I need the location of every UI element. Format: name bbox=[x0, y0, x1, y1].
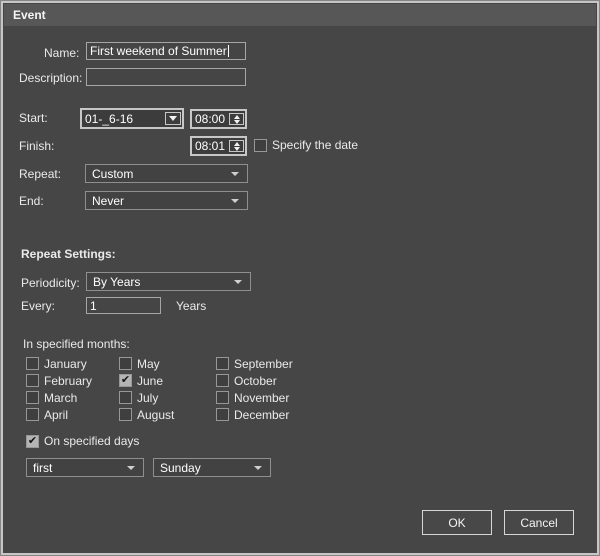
month-row-october: ✔ October bbox=[216, 372, 293, 389]
checkbox-december[interactable]: ✔ bbox=[216, 408, 229, 421]
ok-button[interactable]: OK bbox=[422, 510, 492, 535]
checkbox-july[interactable]: ✔ bbox=[119, 391, 132, 404]
spin-down-button[interactable] bbox=[230, 146, 243, 151]
arrow-down-icon bbox=[233, 146, 240, 151]
repeat-label: Repeat: bbox=[19, 167, 62, 181]
chevron-down-icon bbox=[254, 465, 262, 470]
every-unit-label: Years bbox=[176, 299, 207, 313]
month-label: April bbox=[44, 407, 69, 422]
month-row-april: ✔ April bbox=[26, 406, 92, 423]
month-row-august: ✔ August bbox=[119, 406, 174, 423]
checkbox-june[interactable]: ✔ bbox=[119, 374, 132, 387]
chevron-down-icon bbox=[169, 116, 177, 121]
month-row-january: ✔ January bbox=[26, 355, 92, 372]
month-label: June bbox=[137, 373, 164, 388]
dialog-title: Event bbox=[13, 8, 46, 22]
checkbox-october[interactable]: ✔ bbox=[216, 374, 229, 387]
months-column-2: ✔ May ✔ June ✔ July ✔ August bbox=[119, 355, 174, 423]
specify-date-row: ✔ Specify the date bbox=[254, 138, 358, 152]
end-label: End: bbox=[19, 194, 44, 208]
month-row-june: ✔ June bbox=[119, 372, 174, 389]
checkbox-january[interactable]: ✔ bbox=[26, 357, 39, 370]
start-time-spin-buttons[interactable] bbox=[229, 113, 244, 125]
month-label: July bbox=[137, 390, 159, 405]
periodicity-combobox[interactable]: By Years bbox=[86, 272, 251, 291]
start-label: Start: bbox=[19, 111, 48, 125]
finish-label: Finish: bbox=[19, 139, 55, 153]
on-specified-days-checkbox[interactable]: ✔ bbox=[26, 434, 39, 448]
month-label: March bbox=[44, 390, 78, 405]
arrow-up-icon bbox=[233, 141, 240, 146]
spin-down-button[interactable] bbox=[230, 119, 243, 124]
dialog-titlebar[interactable]: Event bbox=[4, 4, 596, 26]
finish-time-spinner[interactable]: 08:01 bbox=[190, 136, 247, 156]
description-input[interactable] bbox=[86, 68, 246, 86]
month-label: October bbox=[234, 373, 277, 388]
specify-date-checkbox[interactable]: ✔ bbox=[254, 138, 267, 152]
months-column-3: ✔ September ✔ October ✔ November ✔ Decem… bbox=[216, 355, 293, 423]
every-label: Every: bbox=[21, 299, 56, 313]
cancel-button[interactable]: Cancel bbox=[504, 510, 574, 535]
day-ordinal-value: first bbox=[33, 460, 53, 475]
periodicity-label: Periodicity: bbox=[21, 276, 80, 290]
month-label: February bbox=[44, 373, 93, 388]
day-name-value: Sunday bbox=[160, 460, 201, 475]
checkbox-april[interactable]: ✔ bbox=[26, 408, 39, 421]
every-input-value: 1 bbox=[90, 298, 97, 313]
arrow-down-icon bbox=[233, 119, 240, 124]
checkbox-september[interactable]: ✔ bbox=[216, 357, 229, 370]
name-input-value: First weekend of Summer bbox=[90, 44, 227, 58]
end-combobox[interactable]: Never bbox=[85, 191, 248, 210]
month-label: August bbox=[137, 407, 175, 422]
on-specified-days-row: ✔ On specified days bbox=[26, 434, 139, 448]
chevron-down-icon bbox=[231, 198, 239, 203]
day-name-combobox[interactable]: Sunday bbox=[153, 458, 271, 477]
finish-time-value: 08:01 bbox=[195, 139, 226, 153]
month-label: May bbox=[137, 356, 160, 371]
event-dialog: Event Name: First weekend of Summer Desc… bbox=[0, 0, 600, 556]
month-label: January bbox=[44, 356, 87, 371]
on-specified-days-label: On specified days bbox=[44, 434, 140, 448]
month-label: December bbox=[234, 407, 290, 422]
description-label: Description: bbox=[19, 71, 83, 85]
start-date-combobox[interactable]: 01-_6-16 bbox=[80, 108, 184, 129]
checkbox-may[interactable]: ✔ bbox=[119, 357, 132, 370]
month-row-july: ✔ July bbox=[119, 389, 174, 406]
checkbox-february[interactable]: ✔ bbox=[26, 374, 39, 387]
month-row-march: ✔ March bbox=[26, 389, 92, 406]
arrow-up-icon bbox=[233, 114, 240, 119]
finish-time-spin-buttons[interactable] bbox=[229, 140, 244, 152]
text-caret bbox=[227, 45, 229, 57]
periodicity-value: By Years bbox=[93, 274, 141, 289]
start-date-value: 01-_6-16 bbox=[85, 111, 134, 126]
start-time-value: 08:00 bbox=[195, 112, 226, 126]
specify-date-label: Specify the date bbox=[272, 138, 359, 152]
month-label: November bbox=[234, 390, 290, 405]
month-row-december: ✔ December bbox=[216, 406, 293, 423]
name-label: Name: bbox=[44, 46, 80, 60]
repeat-combobox[interactable]: Custom bbox=[85, 164, 248, 183]
month-row-november: ✔ November bbox=[216, 389, 293, 406]
month-row-february: ✔ February bbox=[26, 372, 92, 389]
name-input[interactable]: First weekend of Summer bbox=[86, 42, 246, 60]
day-ordinal-combobox[interactable]: first bbox=[26, 458, 144, 477]
month-label: September bbox=[234, 356, 293, 371]
chevron-down-icon bbox=[231, 171, 239, 176]
checkbox-august[interactable]: ✔ bbox=[119, 408, 132, 421]
months-heading: In specified months: bbox=[23, 337, 130, 351]
every-input[interactable]: 1 bbox=[86, 297, 161, 314]
start-time-spinner[interactable]: 08:00 bbox=[190, 109, 247, 129]
checkbox-november[interactable]: ✔ bbox=[216, 391, 229, 404]
chevron-down-icon bbox=[127, 465, 135, 470]
end-value: Never bbox=[92, 193, 125, 208]
start-date-dropdown-button[interactable] bbox=[165, 112, 181, 125]
checkbox-march[interactable]: ✔ bbox=[26, 391, 39, 404]
repeat-settings-heading: Repeat Settings: bbox=[21, 247, 116, 261]
month-row-may: ✔ May bbox=[119, 355, 174, 372]
repeat-value: Custom bbox=[92, 166, 134, 181]
months-column-1: ✔ January ✔ February ✔ March ✔ April bbox=[26, 355, 92, 423]
month-row-september: ✔ September bbox=[216, 355, 293, 372]
chevron-down-icon bbox=[234, 279, 242, 284]
